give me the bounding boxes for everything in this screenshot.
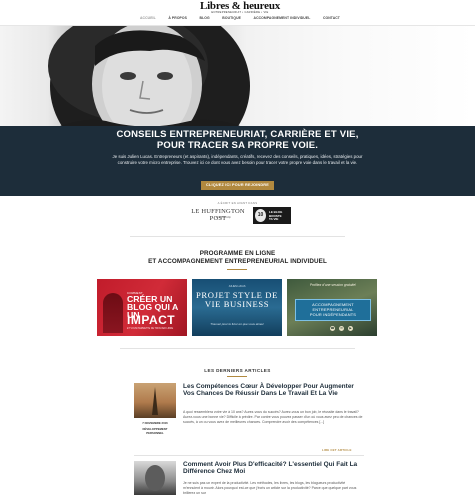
badge-number: 10 bbox=[255, 209, 266, 222]
portrait-illustration bbox=[48, 26, 250, 126]
article-title[interactable]: Les Compétences Cœur À Développer Pour A… bbox=[183, 383, 363, 398]
card2-tag: Trouvez pour le futur en que vous aimez bbox=[210, 322, 264, 326]
programme-title-line1: PROGRAMME EN LIGNE bbox=[199, 250, 276, 257]
badge-line3: TA VIE bbox=[269, 217, 279, 222]
article-title[interactable]: Comment Avoir Plus D'efficacité? L'essen… bbox=[183, 461, 363, 476]
card3-icons: ☎ ✉ ▶ bbox=[330, 326, 364, 331]
site-logo[interactable]: Libres & heureux ENTREPRENEURIAT • CARRI… bbox=[190, 1, 290, 15]
card2-small: JULIEN LUCAS bbox=[228, 285, 246, 288]
hero-description: Je suis Julien Lucas. Entrepreneurs (et … bbox=[112, 154, 363, 165]
hero-title-line2: POUR TRACER SA PROPRE VOIE. bbox=[156, 139, 319, 151]
article-category[interactable]: DÉVELOPPEMENT PERSONNEL bbox=[134, 427, 176, 435]
article-thumbnail[interactable] bbox=[134, 383, 176, 418]
booste-ta-vie-badge[interactable]: 10 LE BLOG BOOSTE TA VIE bbox=[253, 207, 291, 224]
articles-rule bbox=[227, 376, 247, 377]
press-label: A ÉCRIT EN AVANT DANS bbox=[217, 201, 258, 205]
join-button[interactable]: CLIQUEZ ICI POUR REJOINDRE bbox=[201, 181, 274, 190]
nav-accueil[interactable]: ACCUEIL bbox=[140, 16, 156, 20]
card3-quote: Profitez d'une session gratuite! bbox=[309, 283, 357, 287]
hero-title-line1: CONSEILS ENTREPRENEURIAT, CARRIÈRE ET VI… bbox=[116, 129, 359, 140]
card-accompagnement[interactable]: Profitez d'une session gratuite! ACCOMPA… bbox=[287, 279, 377, 336]
card3-line3: POUR INDÉPENDANTS bbox=[309, 312, 357, 317]
person-silhouette bbox=[103, 293, 123, 333]
article-excerpt: A quoi ressemblera votre vie à 10 ans? A… bbox=[183, 410, 363, 425]
eiffel-tower-icon bbox=[152, 387, 158, 415]
nav-accompagnement[interactable]: ACCOMPAGNEMENT INDIVIDUEL bbox=[254, 16, 311, 20]
huffpost-sub: In Partnership bbox=[216, 216, 231, 219]
nav-blog[interactable]: BLOG bbox=[200, 16, 210, 20]
divider bbox=[134, 455, 364, 456]
logo-main: Libres & heureux bbox=[199, 0, 281, 12]
article-date: 7 NOVEMBRE 2016 bbox=[142, 421, 168, 425]
hero-photo bbox=[0, 26, 475, 126]
article-thumbnail[interactable] bbox=[134, 461, 176, 495]
divider bbox=[130, 236, 345, 237]
card-projet-style-de-vie[interactable]: JULIEN LUCAS PROJET STYLE DE VIE BUSINES… bbox=[192, 279, 282, 336]
hero-title: CONSEILS ENTREPRENEURIAT, CARRIÈRE ET VI… bbox=[40, 129, 435, 151]
programme-title-line2: ET ACCOMPAGNEMENT ENTREPRENEURIAL INDIVI… bbox=[148, 258, 327, 266]
card2-big: PROJET STYLE DE VIE BUSINESS bbox=[196, 290, 278, 309]
portrait-icon bbox=[145, 465, 165, 491]
article-excerpt: Je ne suis pas un expert de la productiv… bbox=[183, 481, 357, 496]
read-more-link[interactable]: LIRE CET ARTICLE bbox=[322, 448, 352, 452]
divider bbox=[120, 348, 355, 349]
video-icon: ▶ bbox=[348, 326, 353, 331]
chat-icon: ✉ bbox=[339, 326, 344, 331]
nav-contact[interactable]: CONTACT bbox=[323, 16, 340, 20]
main-nav: ACCUEIL À PROPOS BLOG BOUTIQUE ACCOMPAGN… bbox=[140, 16, 340, 20]
title-rule bbox=[227, 269, 247, 270]
huffpost-logo[interactable]: LE HUFFINGTON POST bbox=[185, 208, 251, 222]
nav-boutique[interactable]: BOUTIQUE bbox=[222, 16, 241, 20]
articles-title: LES DERNIERS ARTICLES bbox=[204, 368, 271, 373]
programme-title: PROGRAMME EN LIGNE ET ACCOMPAGNEMENT ENT… bbox=[80, 250, 395, 266]
card3-box: ACCOMPAGNEMENT ENTREPRENEURIAL POUR INDÉ… bbox=[295, 299, 371, 321]
badge-text: LE BLOG BOOSTE TA VIE bbox=[269, 210, 282, 222]
card1-tag: ET VOUS PERMETTE DE TROUVER LIBRE bbox=[127, 328, 174, 330]
site-header: Libres & heureux ENTREPRENEURIAT • CARRI… bbox=[0, 0, 475, 26]
nav-a-propos[interactable]: À PROPOS bbox=[168, 16, 187, 20]
card-blog-impact[interactable]: COMMENT CRÉER UN BLOG QUI A UN IMPACT ET… bbox=[97, 279, 187, 336]
phone-icon: ☎ bbox=[330, 326, 335, 331]
card1-impact: IMPACT bbox=[127, 313, 176, 327]
